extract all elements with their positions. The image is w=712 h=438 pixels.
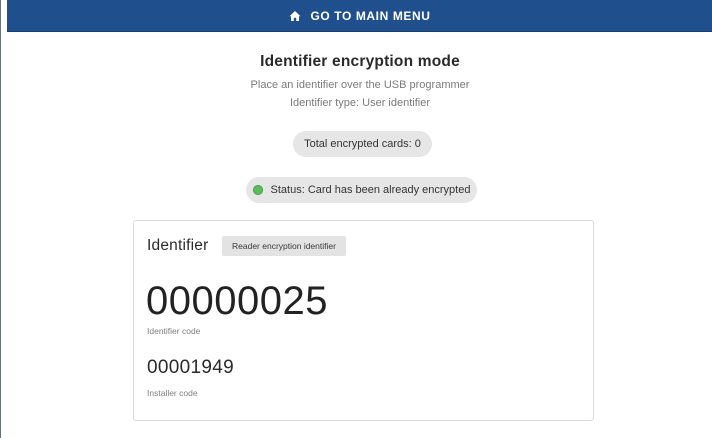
instruction-text: Place an identifier over the USB program… bbox=[250, 79, 470, 91]
identifier-card: Identifier Reader encryption identifier … bbox=[133, 220, 594, 421]
main-menu-label: GO TO MAIN MENU bbox=[310, 8, 431, 23]
total-encrypted-text: Total encrypted cards: 0 bbox=[304, 138, 421, 150]
total-encrypted-badge: Total encrypted cards: 0 bbox=[293, 131, 432, 157]
installer-code-label: Installer code bbox=[147, 388, 198, 398]
reader-encryption-chip: Reader encryption identifier bbox=[222, 236, 346, 256]
status-badge: Status: Card has been already encrypted bbox=[246, 177, 477, 203]
page: GO TO MAIN MENU Identifier encryption mo… bbox=[0, 0, 712, 438]
identifier-code-label: Identifier code bbox=[147, 326, 201, 336]
identifier-type-text: Identifier type: User identifier bbox=[289, 97, 430, 109]
card-title: Identifier bbox=[147, 237, 209, 254]
installer-code-value: 00001949 bbox=[147, 357, 234, 378]
status-text: Status: Card has been already encrypted bbox=[270, 184, 471, 196]
page-title: Identifier encryption mode bbox=[260, 53, 460, 70]
home-icon bbox=[289, 10, 301, 22]
page-header: Identifier encryption mode Place an iden… bbox=[7, 52, 712, 112]
status-indicator-icon bbox=[252, 185, 263, 195]
main-menu-button[interactable]: GO TO MAIN MENU bbox=[7, 0, 712, 32]
identifier-code-value: 00000025 bbox=[146, 279, 328, 323]
